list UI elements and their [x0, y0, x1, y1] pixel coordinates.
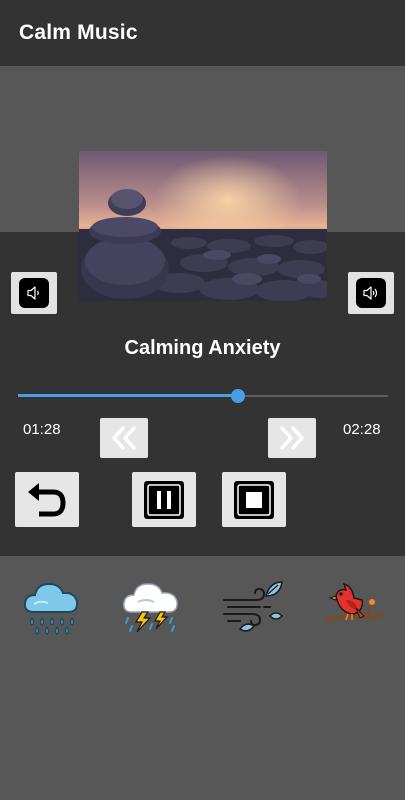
rain-cloud-icon — [23, 582, 79, 635]
forward-button[interactable] — [268, 418, 316, 458]
seek-bar[interactable] — [18, 386, 388, 406]
replay-button[interactable] — [15, 472, 79, 527]
pause-icon — [144, 481, 184, 519]
wind-sound-button[interactable] — [220, 574, 284, 638]
volume-up-icon — [356, 278, 386, 308]
thunderstorm-icon — [123, 583, 178, 633]
double-chevron-right-icon — [280, 426, 304, 450]
album-artwork — [79, 151, 327, 301]
seek-progress — [18, 394, 238, 397]
track-title: Calming Anxiety — [124, 337, 281, 359]
thunderstorm-sound-button[interactable] — [120, 574, 184, 638]
total-time: 02:28 — [343, 421, 381, 438]
rain-sound-button[interactable] — [20, 574, 84, 638]
wind-leaves-icon — [223, 581, 284, 632]
bird-on-branch-icon — [324, 582, 384, 622]
app-title: Calm Music — [19, 21, 138, 44]
elapsed-time: 01:28 — [23, 421, 61, 438]
double-chevron-left-icon — [112, 426, 136, 450]
volume-down-button[interactable] — [11, 272, 57, 314]
undo-arrow-icon — [28, 483, 66, 517]
volume-up-button[interactable] — [348, 272, 394, 314]
seek-thumb[interactable] — [230, 389, 245, 403]
volume-down-icon — [19, 278, 49, 308]
bird-sound-button[interactable] — [322, 574, 386, 638]
stop-icon — [234, 481, 274, 519]
rewind-button[interactable] — [100, 418, 148, 458]
stop-button[interactable] — [222, 472, 286, 527]
pause-button[interactable] — [132, 472, 196, 527]
app-bar: Calm Music — [0, 0, 405, 66]
